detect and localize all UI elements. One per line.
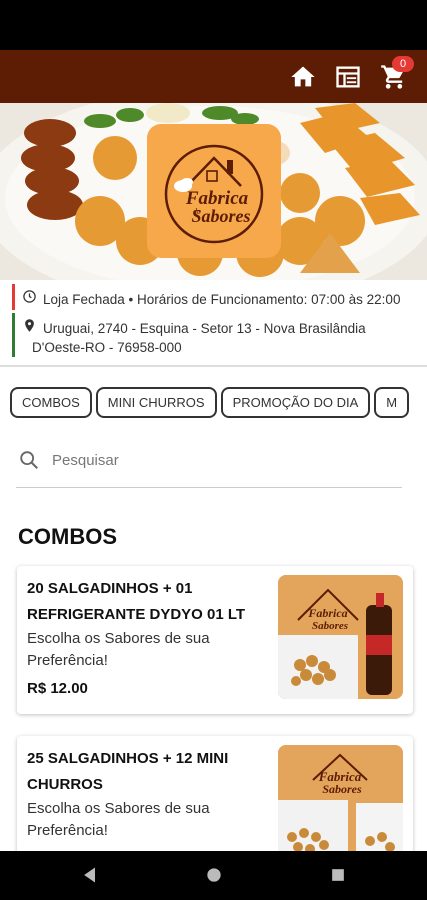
product-description: Escolha os Sabores de sua Preferência! xyxy=(27,800,210,839)
category-tabs: COMBOS MINI CHURROS PROMOÇÃO DO DIA M xyxy=(10,387,417,419)
address-line-2: D'Oeste-RO - 76958-000 xyxy=(32,340,182,355)
address-line-1: Uruguai, 2740 - Esquina - Setor 13 - Nov… xyxy=(43,321,366,336)
location-pin-icon xyxy=(25,319,34,332)
svg-text:Sabores: Sabores xyxy=(322,782,362,796)
search-bar xyxy=(16,440,402,488)
category-chip-promocao[interactable]: PROMOÇÃO DO DIA xyxy=(220,387,371,418)
store-address-row: Uruguai, 2740 - Esquina - Setor 13 - Nov… xyxy=(12,313,427,357)
home-icon[interactable] xyxy=(289,63,317,91)
menu-list-icon[interactable] xyxy=(334,63,362,91)
search-icon xyxy=(20,451,38,469)
product-name: 25 SALGADINHOS + 12 MINI CHURROS xyxy=(27,750,229,793)
home-circle-icon[interactable] xyxy=(204,865,224,885)
category-chip-combos[interactable]: COMBOS xyxy=(10,387,92,418)
product-description: Escolha os Sabores de sua Preferência! xyxy=(27,630,210,669)
app-bar xyxy=(0,50,427,103)
svg-text:Fabrica: Fabrica xyxy=(307,606,347,620)
product-name: 20 SALGADINHOS + 01 REFRIGERANTE DYDYO 0… xyxy=(27,580,246,623)
fabrica-de-sabores-logo: Fabrica de Sabores xyxy=(164,144,264,244)
store-logo: Fabrica de Sabores xyxy=(147,124,281,258)
product-price: R$ 12.00 xyxy=(27,680,88,697)
back-icon[interactable] xyxy=(80,865,100,885)
status-bar xyxy=(0,0,427,50)
category-chip-more[interactable]: M xyxy=(374,387,410,418)
svg-text:Sabores: Sabores xyxy=(191,206,250,226)
category-chip-mini-churros[interactable]: MINI CHURROS xyxy=(95,387,217,418)
svg-text:Sabores: Sabores xyxy=(312,620,348,632)
store-hours-row: Loja Fechada • Horários de Funcionamento… xyxy=(12,284,427,310)
divider xyxy=(0,365,427,367)
search-input[interactable] xyxy=(52,446,392,474)
product-card[interactable]: 20 SALGADINHOS + 01 REFRIGERANTE DYDYO 0… xyxy=(17,566,413,714)
product-image: Fabrica Sabores xyxy=(278,745,403,866)
store-hours-text: Loja Fechada • Horários de Funcionamento… xyxy=(43,292,401,307)
product-image: Fabrica Sabores xyxy=(278,575,403,699)
clock-icon xyxy=(23,290,36,303)
section-title: COMBOS xyxy=(18,524,117,549)
cart-count-badge: 0 xyxy=(392,56,414,72)
system-nav-bar xyxy=(0,851,427,900)
recents-icon[interactable] xyxy=(328,865,348,885)
product-card[interactable]: 25 SALGADINHOS + 12 MINI CHURROS Escolha… xyxy=(17,736,413,866)
